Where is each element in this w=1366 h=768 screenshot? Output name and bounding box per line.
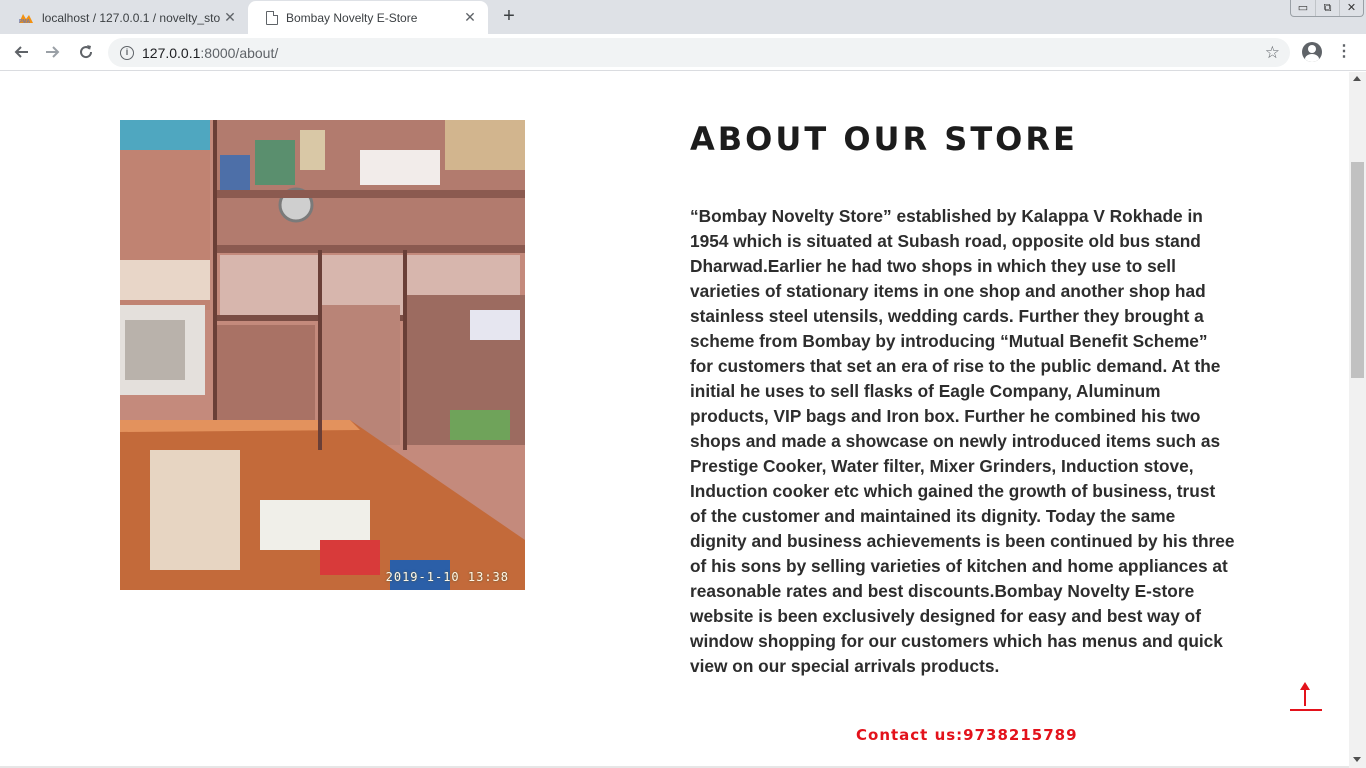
bookmark-star-icon[interactable]: ☆ — [1265, 43, 1280, 63]
tab-bombay-novelty[interactable]: Bombay Novelty E-Store ✕ — [248, 1, 488, 34]
tab-phpmyadmin[interactable]: PMA localhost / 127.0.0.1 / novelty_sto … — [0, 1, 248, 34]
scroll-down-arrow-icon[interactable] — [1353, 757, 1361, 762]
photo-timestamp: 2019-1-10 13:38 — [385, 570, 509, 584]
url-text[interactable]: 127.0.0.1:8000/about/ — [142, 45, 278, 61]
phpmyadmin-icon: PMA — [18, 12, 34, 25]
restore-button[interactable]: ⧉ — [1315, 0, 1339, 16]
scrollbar-thumb[interactable] — [1351, 162, 1364, 378]
svg-text:PMA: PMA — [19, 19, 31, 24]
tab-title: Bombay Novelty E-Store — [286, 10, 418, 25]
address-bar[interactable]: i 127.0.0.1:8000/about/ ☆ — [108, 38, 1290, 67]
close-tab-icon[interactable]: ✕ — [222, 9, 238, 26]
site-info-icon[interactable]: i — [120, 45, 134, 60]
browser-menu-icon[interactable]: ⋮ — [1336, 42, 1352, 62]
close-tab-icon[interactable]: ✕ — [462, 9, 478, 26]
tab-strip: PMA localhost / 127.0.0.1 / novelty_sto … — [0, 0, 1366, 34]
browser-toolbar: i 127.0.0.1:8000/about/ ☆ ⋮ — [0, 34, 1366, 71]
underline-decoration — [1290, 709, 1322, 711]
back-arrow-icon — [14, 46, 28, 58]
profile-avatar-icon[interactable] — [1302, 42, 1322, 62]
reload-icon — [80, 45, 93, 59]
new-tab-button[interactable]: + — [498, 5, 520, 27]
page-title: ABOUT OUR STORE — [690, 120, 1078, 158]
about-store-paragraph: “Bombay Novelty Store” established by Ka… — [690, 206, 1235, 676]
window-controls: ▭ ⧉ ✕ — [1290, 0, 1364, 17]
minimize-button[interactable]: ▭ — [1291, 0, 1315, 16]
store-interior-photo: 2019-1-10 13:38 — [120, 120, 525, 590]
reload-button[interactable] — [74, 40, 98, 64]
close-window-button[interactable]: ✕ — [1339, 0, 1363, 16]
contact-phone-text: Contact us:9738215789 — [856, 726, 1078, 744]
arrow-up-icon — [1300, 682, 1310, 706]
url-host: 127.0.0.1 — [142, 44, 201, 61]
tab-title: localhost / 127.0.0.1 / novelty_sto — [42, 10, 221, 25]
scroll-to-top-button[interactable] — [1290, 678, 1322, 712]
store-photo-illustration — [120, 120, 525, 590]
url-path: :8000/about/ — [200, 44, 279, 61]
scroll-up-arrow-icon[interactable] — [1353, 76, 1361, 81]
document-icon — [266, 10, 278, 25]
forward-arrow-icon — [46, 46, 60, 58]
page-scrollbar[interactable] — [1349, 72, 1366, 768]
forward-button[interactable] — [41, 40, 65, 64]
back-button[interactable] — [9, 40, 33, 64]
page-viewport: 2019-1-10 13:38 ABOUT OUR STORE “Bombay … — [0, 72, 1349, 768]
